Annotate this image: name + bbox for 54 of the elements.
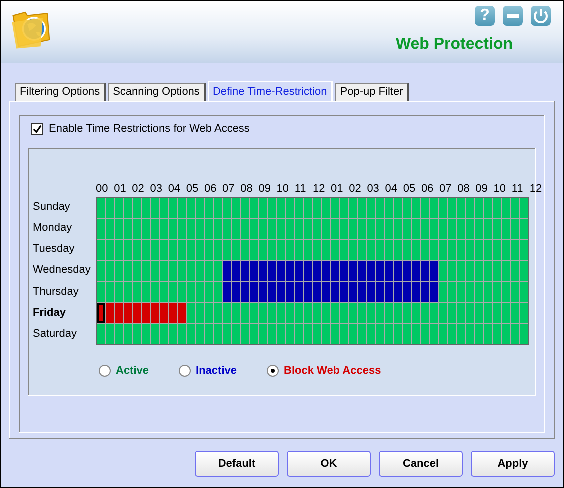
tab[interactable]: Define Time-Restriction (208, 81, 334, 101)
hour-label: 06 (421, 183, 434, 195)
radio-label: Block Web Access (284, 365, 382, 377)
hour-label: 05 (186, 183, 199, 195)
minimize-button[interactable] (503, 6, 523, 26)
radio-button[interactable] (267, 365, 279, 377)
hour-label: 04 (168, 183, 181, 195)
checkbox-label: Enable Time Restrictions for Web Access (49, 123, 250, 135)
hour-label: 03 (150, 183, 162, 195)
hour-label: 08 (240, 183, 253, 195)
day-label: Saturday (33, 326, 78, 342)
hour-label: 08 (458, 183, 470, 195)
dialog-button[interactable]: Default (195, 451, 279, 477)
hour-label: 07 (222, 183, 235, 195)
hour-label: 05 (403, 183, 416, 195)
hour-label: 04 (385, 183, 398, 195)
power-icon (531, 6, 551, 26)
tab[interactable]: Filtering Options (15, 83, 106, 101)
tab[interactable]: Scanning Options (108, 83, 206, 101)
hour-label: 11 (512, 183, 524, 195)
hour-label: 10 (494, 183, 506, 195)
hour-label: 11 (294, 183, 306, 195)
hour-label: 02 (349, 183, 362, 195)
dialog-button[interactable]: Apply (471, 451, 555, 477)
window-title: Web Protection (396, 36, 513, 54)
hour-label: 12 (312, 183, 326, 195)
radio-button[interactable] (99, 365, 111, 377)
power-button[interactable] (531, 6, 551, 26)
day-label: Monday (33, 221, 74, 236)
radio-label: Active (116, 365, 150, 377)
radio-button[interactable] (179, 365, 192, 377)
hour-label: 09 (258, 183, 271, 195)
radio-label: Inactive (196, 365, 237, 377)
hour-label: 03 (367, 183, 380, 195)
hour-label: 00 (96, 183, 108, 195)
minus-icon (507, 14, 519, 18)
tab[interactable]: Pop-up Filter (335, 83, 410, 101)
day-label: Wednesday (33, 263, 92, 278)
checkbox[interactable] (31, 123, 43, 135)
hour-label: 01 (114, 183, 126, 195)
hour-label: 09 (476, 183, 488, 195)
hour-label: 10 (276, 183, 290, 195)
day-label: Friday (33, 306, 68, 321)
day-label: Thursday (33, 284, 80, 300)
hour-label: 06 (204, 183, 217, 195)
day-label: Tuesday (33, 242, 76, 258)
dialog-button[interactable]: OK (287, 451, 371, 477)
schedule-grid[interactable] (96, 197, 529, 345)
hour-label: 07 (440, 183, 452, 195)
hour-label: 01 (331, 183, 344, 195)
hour-label: 02 (132, 183, 144, 195)
dialog-button[interactable]: Cancel (379, 451, 463, 477)
day-label: Sunday (33, 200, 72, 215)
hour-label: 12 (530, 183, 542, 195)
